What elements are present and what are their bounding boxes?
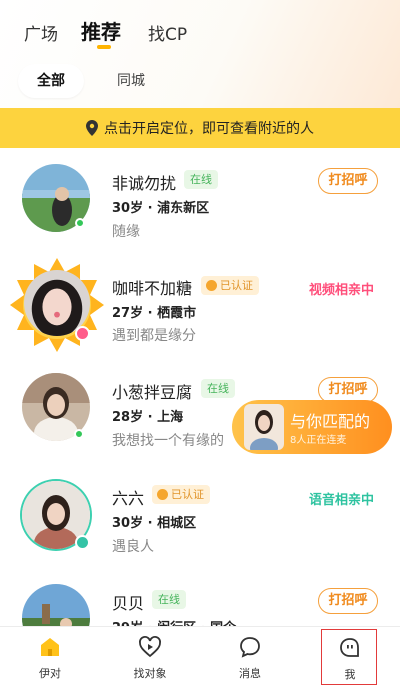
user-bio: 遇到都是缘分 (112, 328, 196, 344)
match-card[interactable]: 与你匹配的 8人正在连麦 (232, 400, 392, 454)
verified-icon (157, 489, 168, 500)
tab-home-label: 伊对 (39, 667, 61, 680)
bottom-tab-bar: 伊对 找对象 消息 我 (0, 626, 400, 686)
list-item[interactable]: 咖啡不加糖 已认证 27岁 · 栖霞市 遇到都是缘分 视频相亲中 (0, 252, 400, 356)
tab-messages-label: 消息 (239, 667, 261, 680)
match-avatar (244, 404, 284, 450)
video-dating-status[interactable]: 视频相亲中 (309, 279, 374, 298)
user-info: 30岁 · 浦东新区 (112, 201, 210, 216)
greet-button[interactable]: 打招呼 (318, 168, 378, 194)
user-name: 咖啡不加糖 (112, 279, 193, 298)
online-badge: 在线 (152, 590, 186, 609)
chat-bubble-icon (240, 637, 260, 658)
match-title: 与你匹配的 (290, 412, 371, 431)
match-subtitle: 8人正在连麦 (290, 435, 347, 446)
user-list[interactable]: 非诚勿扰 在线 30岁 · 浦东新区 随缘 打招呼 咖啡不加糖 已认证 27岁 … (0, 148, 400, 626)
list-item[interactable]: 六六 已认证 30岁 · 相城区 遇良人 语音相亲中 (0, 463, 400, 567)
heart-play-icon (139, 636, 161, 658)
user-info: 30岁 · 相城区 (112, 516, 197, 531)
verified-icon (206, 280, 217, 291)
tab-find-partner[interactable]: 找对象 (100, 627, 200, 686)
verified-badge: 已认证 (201, 276, 259, 295)
tab-messages[interactable]: 消息 (200, 627, 300, 686)
tab-recommend[interactable]: 推荐 (81, 16, 121, 45)
tab-find-cp[interactable]: 找CP (148, 20, 187, 45)
online-badge: 在线 (201, 379, 235, 398)
location-banner-text: 点击开启定位，即可查看附近的人 (104, 121, 314, 137)
voice-dating-status[interactable]: 语音相亲中 (309, 489, 374, 508)
tab-home[interactable]: 伊对 (0, 627, 100, 686)
list-item[interactable]: 贝贝 在线 29岁 · 闵行区 · 国企 打招呼 (0, 568, 400, 626)
location-banner[interactable]: 点击开启定位，即可查看附近的人 (0, 108, 400, 148)
live-indicator-icon (75, 326, 90, 341)
user-info: 27岁 · 栖霞市 (112, 306, 197, 321)
me-face-icon (340, 638, 359, 657)
home-icon (41, 638, 59, 656)
verified-badge: 已认证 (152, 485, 210, 504)
user-info: 28岁 · 上海 (112, 410, 184, 425)
filter-same-city[interactable]: 同城 (102, 64, 160, 98)
user-info: 29岁 · 闵行区 · 国企 (112, 617, 236, 626)
tab-plaza[interactable]: 广场 (24, 20, 58, 45)
user-bio: 随缘 (112, 224, 140, 240)
user-bio: 遇良人 (112, 539, 154, 555)
online-dot (75, 218, 85, 228)
live-indicator-icon (75, 535, 90, 550)
online-badge: 在线 (184, 170, 218, 189)
user-name: 非诚勿扰 (112, 174, 177, 193)
online-dot (74, 429, 84, 439)
greet-button[interactable]: 打招呼 (318, 588, 378, 614)
filter-all[interactable]: 全部 (18, 64, 84, 98)
user-name: 六六 (112, 489, 145, 508)
header: 广场 推荐 找CP 全部 同城 (0, 0, 400, 108)
user-name: 贝贝 (112, 594, 145, 613)
tab-me[interactable]: 我 (321, 629, 377, 685)
avatar[interactable] (22, 584, 90, 626)
tab-me-label: 我 (344, 668, 356, 681)
active-tab-indicator (97, 45, 111, 49)
list-item[interactable]: 非诚勿扰 在线 30岁 · 浦东新区 随缘 打招呼 (0, 148, 400, 252)
user-bio: 我想找一个有缘的 (112, 433, 224, 449)
location-pin-icon (86, 120, 98, 136)
user-name: 小葱拌豆腐 (112, 383, 193, 402)
tab-find-partner-label: 找对象 (133, 667, 167, 680)
